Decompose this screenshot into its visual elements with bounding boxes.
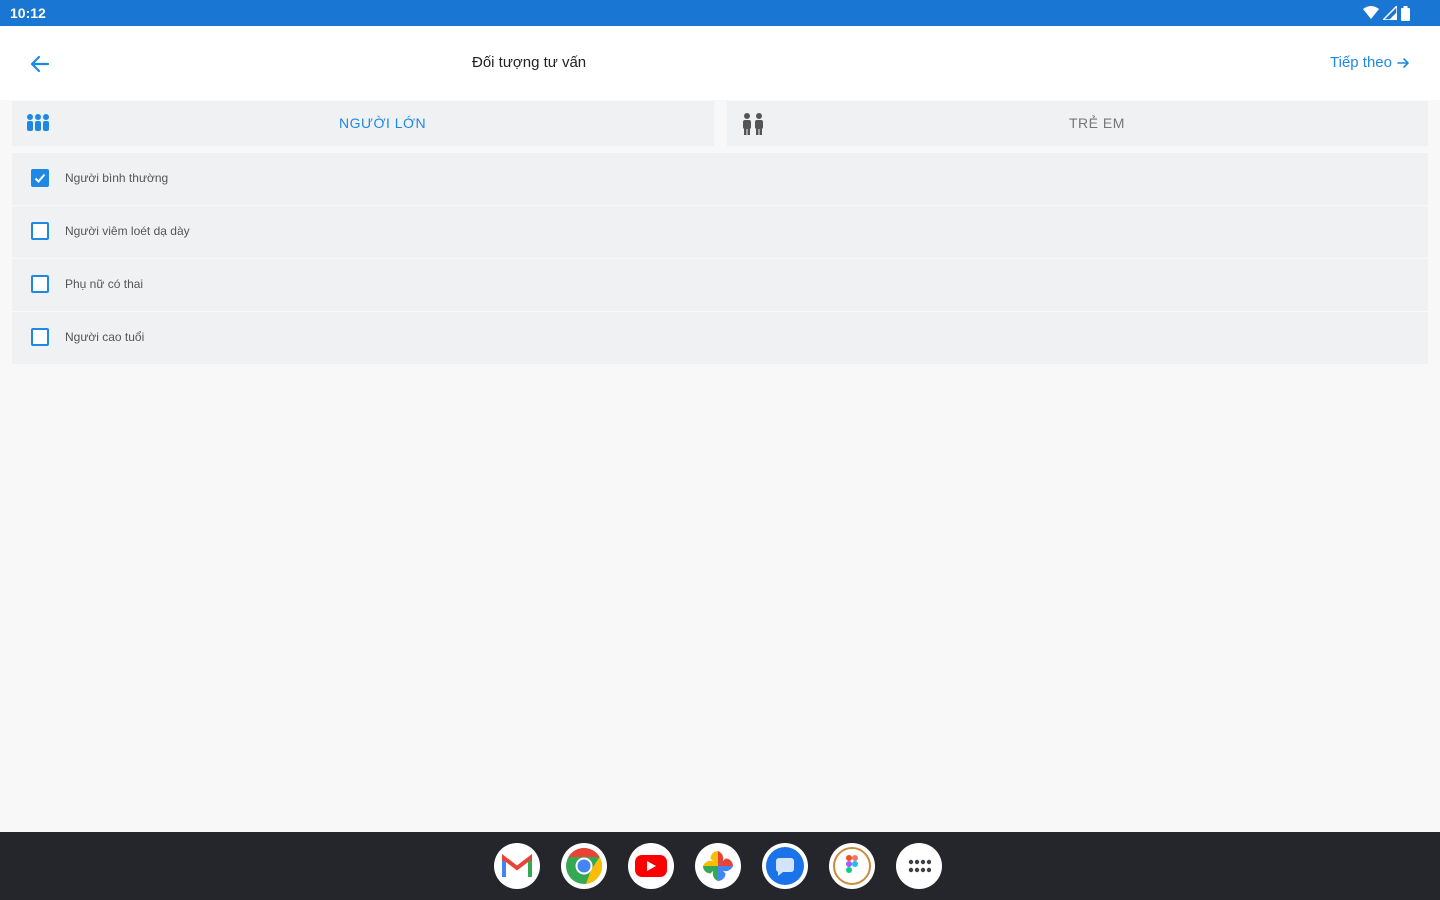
list-item-label: Người cao tuổi — [65, 330, 145, 344]
gmail-icon — [502, 853, 532, 877]
adults-group-icon — [27, 114, 49, 131]
figma-icon — [833, 847, 871, 885]
chrome-app[interactable] — [561, 843, 607, 889]
checkbox[interactable] — [31, 275, 49, 293]
youtube-app[interactable] — [628, 843, 674, 889]
figma-app[interactable] — [829, 843, 875, 889]
app-launcher[interactable] — [896, 843, 942, 889]
checkbox[interactable] — [31, 222, 49, 240]
list-item[interactable]: Người cao tuổi — [12, 312, 1428, 364]
app-dock — [494, 843, 942, 889]
chrome-icon — [566, 848, 603, 884]
checkbox[interactable] — [31, 328, 49, 346]
signal-icon — [1383, 6, 1397, 20]
taskbar — [0, 832, 1440, 900]
list-item[interactable]: Phụ nữ có thai — [12, 259, 1428, 311]
page-title: Đối tượng tư vấn — [472, 54, 587, 71]
check-icon — [34, 173, 46, 183]
messages-icon — [766, 847, 804, 885]
next-button-label: Tiếp theo — [1330, 54, 1392, 71]
photos-app[interactable] — [695, 843, 741, 889]
photos-icon — [703, 851, 733, 881]
battery-icon — [1401, 5, 1410, 21]
checkbox-checked[interactable] — [31, 169, 49, 187]
gmail-app[interactable] — [494, 843, 540, 889]
option-list: Người bình thường Người viêm loét dạ dày… — [12, 153, 1428, 365]
children-icon — [743, 113, 763, 135]
list-item-label: Người bình thường — [65, 171, 169, 185]
tab-adults[interactable]: NGƯỜI LỚN — [12, 101, 714, 146]
wifi-icon — [1363, 6, 1379, 19]
arrow-back-icon — [30, 55, 50, 73]
youtube-icon — [635, 855, 667, 877]
next-button[interactable]: Tiếp theo — [1330, 54, 1410, 71]
list-item[interactable]: Người viêm loét dạ dày — [12, 206, 1428, 258]
tab-children[interactable]: TRẺ EM — [727, 101, 1428, 146]
app-launcher-icon — [908, 859, 931, 873]
arrow-forward-icon — [1397, 57, 1409, 68]
back-button[interactable] — [24, 48, 56, 80]
status-bar: 10:12 — [0, 0, 1440, 26]
system-icons — [1363, 5, 1410, 21]
list-item-label: Phụ nữ có thai — [65, 277, 144, 291]
list-item-label: Người viêm loét dạ dày — [65, 224, 190, 238]
status-time: 10:12 — [10, 5, 46, 21]
messages-app[interactable] — [762, 843, 808, 889]
tab-children-label: TRẺ EM — [1069, 115, 1125, 131]
app-bar: Đối tượng tư vấn Tiếp theo — [0, 26, 1440, 100]
list-item[interactable]: Người bình thường — [12, 153, 1428, 205]
tab-adults-label: NGƯỜI LỚN — [339, 115, 427, 131]
